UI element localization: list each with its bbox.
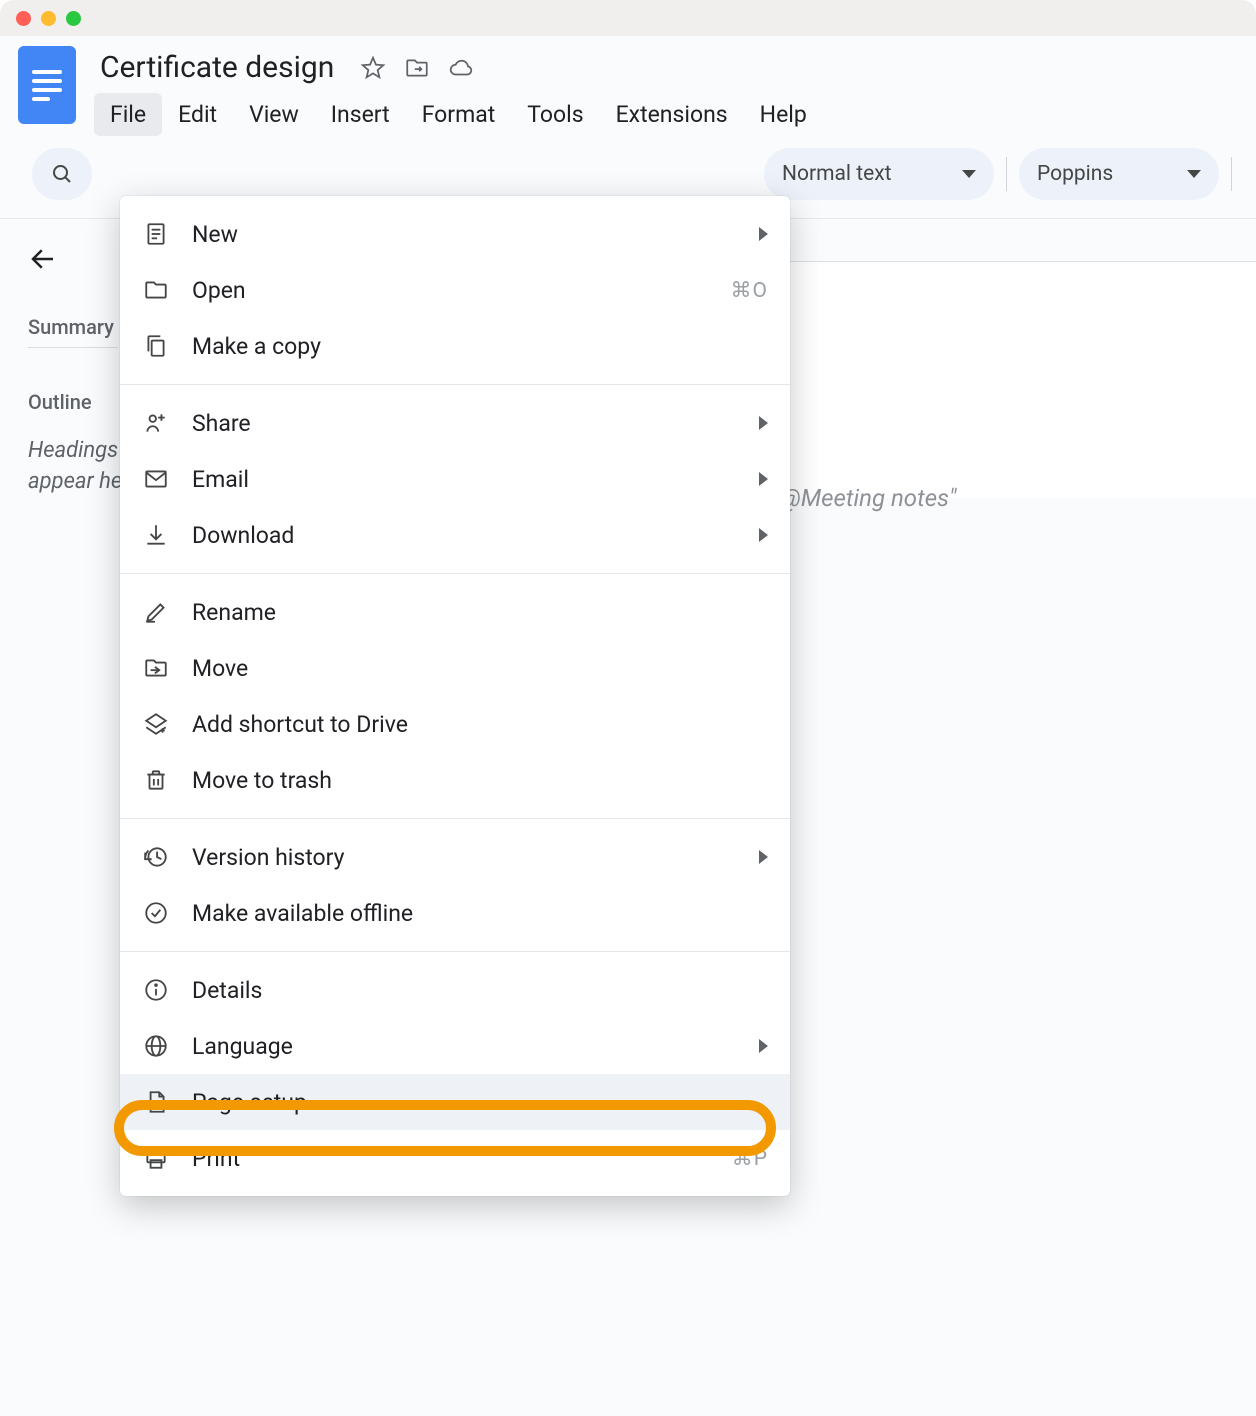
submenu-arrow-icon	[759, 472, 768, 486]
globe-icon	[142, 1032, 170, 1060]
file-menu-item-download[interactable]: Download	[120, 507, 790, 563]
file-menu-item-details[interactable]: Details	[120, 962, 790, 1018]
info-icon	[142, 976, 170, 1004]
file-menu-item-add-shortcut-to-drive[interactable]: Add shortcut to Drive	[120, 696, 790, 752]
offline-icon	[142, 899, 170, 927]
file-menu-item-move-to-trash[interactable]: Move to trash	[120, 752, 790, 808]
download-icon	[142, 521, 170, 549]
submenu-arrow-icon	[759, 850, 768, 864]
history-icon	[142, 843, 170, 871]
menu-item-label: Email	[192, 466, 737, 493]
menu-item-label: Open	[192, 277, 709, 304]
chevron-down-icon	[962, 170, 976, 178]
shortcut-icon	[142, 710, 170, 738]
menu-item-label: Download	[192, 522, 737, 549]
menubar: FileEditViewInsertFormatToolsExtensionsH…	[94, 93, 1238, 136]
menu-divider	[120, 951, 790, 952]
file-menu-item-move[interactable]: Move	[120, 640, 790, 696]
menu-item-label: Print	[192, 1145, 710, 1172]
window-titlebar	[0, 0, 1256, 36]
paragraph-style-label: Normal text	[782, 162, 892, 186]
submenu-arrow-icon	[759, 1039, 768, 1053]
folder-icon	[142, 276, 170, 304]
menu-item-label: Page setup	[192, 1089, 768, 1116]
keyboard-shortcut: ⌘P	[732, 1146, 768, 1171]
divider	[28, 347, 118, 348]
menubar-item-view[interactable]: View	[233, 93, 315, 136]
window-minimize-button[interactable]	[41, 11, 56, 26]
menubar-item-format[interactable]: Format	[406, 93, 512, 136]
app-header: Certificate design FileEditViewInsertFor…	[0, 36, 1256, 136]
menu-item-label: New	[192, 221, 737, 248]
menu-item-label: Move	[192, 655, 768, 682]
menu-divider	[120, 573, 790, 574]
star-icon[interactable]	[360, 55, 386, 81]
menubar-item-tools[interactable]: Tools	[511, 93, 599, 136]
file-menu-item-page-setup[interactable]: Page setup	[120, 1074, 790, 1130]
file-menu-item-rename[interactable]: Rename	[120, 584, 790, 640]
toolbar-paragraph-style[interactable]: Normal text	[764, 148, 994, 200]
file-menu-item-version-history[interactable]: Version history	[120, 829, 790, 885]
copy-icon	[142, 332, 170, 360]
file-menu-item-new[interactable]: New	[120, 206, 790, 262]
document-title[interactable]: Certificate design	[94, 46, 340, 89]
file-menu-item-print[interactable]: Print ⌘P	[120, 1130, 790, 1186]
menubar-item-extensions[interactable]: Extensions	[600, 93, 744, 136]
menubar-item-edit[interactable]: Edit	[162, 93, 233, 136]
file-menu-item-language[interactable]: Language	[120, 1018, 790, 1074]
menu-item-label: Add shortcut to Drive	[192, 711, 768, 738]
move-to-folder-icon[interactable]	[404, 55, 430, 81]
submenu-arrow-icon	[759, 416, 768, 430]
doc-icon	[142, 220, 170, 248]
keyboard-shortcut: ⌘O	[731, 278, 768, 303]
submenu-arrow-icon	[759, 227, 768, 241]
menubar-item-insert[interactable]: Insert	[315, 93, 406, 136]
submenu-arrow-icon	[759, 528, 768, 542]
move-icon	[142, 654, 170, 682]
cloud-status-icon[interactable]	[448, 55, 474, 81]
file-menu-item-make-available-offline[interactable]: Make available offline	[120, 885, 790, 941]
file-menu-dropdown: New Open ⌘O Make a copy Share Email Download Re…	[120, 196, 790, 1196]
menu-divider	[120, 818, 790, 819]
file-menu-item-open[interactable]: Open ⌘O	[120, 262, 790, 318]
menubar-item-help[interactable]: Help	[744, 93, 823, 136]
mail-icon	[142, 465, 170, 493]
trash-icon	[142, 766, 170, 794]
chevron-down-icon	[1187, 170, 1201, 178]
toolbar-separator	[1231, 157, 1232, 191]
file-menu-item-share[interactable]: Share	[120, 395, 790, 451]
menu-item-label: Details	[192, 977, 768, 1004]
menu-item-label: Make a copy	[192, 333, 768, 360]
menubar-item-file[interactable]: File	[94, 93, 162, 136]
font-family-label: Poppins	[1037, 162, 1113, 186]
menu-item-label: Language	[192, 1033, 737, 1060]
share-icon	[142, 409, 170, 437]
toolbar-separator	[1006, 157, 1007, 191]
toolbar-font-family[interactable]: Poppins	[1019, 148, 1219, 200]
docs-logo[interactable]	[18, 46, 76, 124]
window-close-button[interactable]	[16, 11, 31, 26]
toolbar-search-button[interactable]	[32, 148, 92, 200]
file-menu-item-email[interactable]: Email	[120, 451, 790, 507]
file-menu-item-make-a-copy[interactable]: Make a copy	[120, 318, 790, 374]
rename-icon	[142, 598, 170, 626]
print-icon	[142, 1144, 170, 1172]
menu-divider	[120, 384, 790, 385]
menu-item-label: Version history	[192, 844, 737, 871]
menu-item-label: Rename	[192, 599, 768, 626]
window-zoom-button[interactable]	[66, 11, 81, 26]
menu-item-label: Share	[192, 410, 737, 437]
menu-item-label: Make available offline	[192, 900, 768, 927]
page-icon	[142, 1088, 170, 1116]
menu-item-label: Move to trash	[192, 767, 768, 794]
